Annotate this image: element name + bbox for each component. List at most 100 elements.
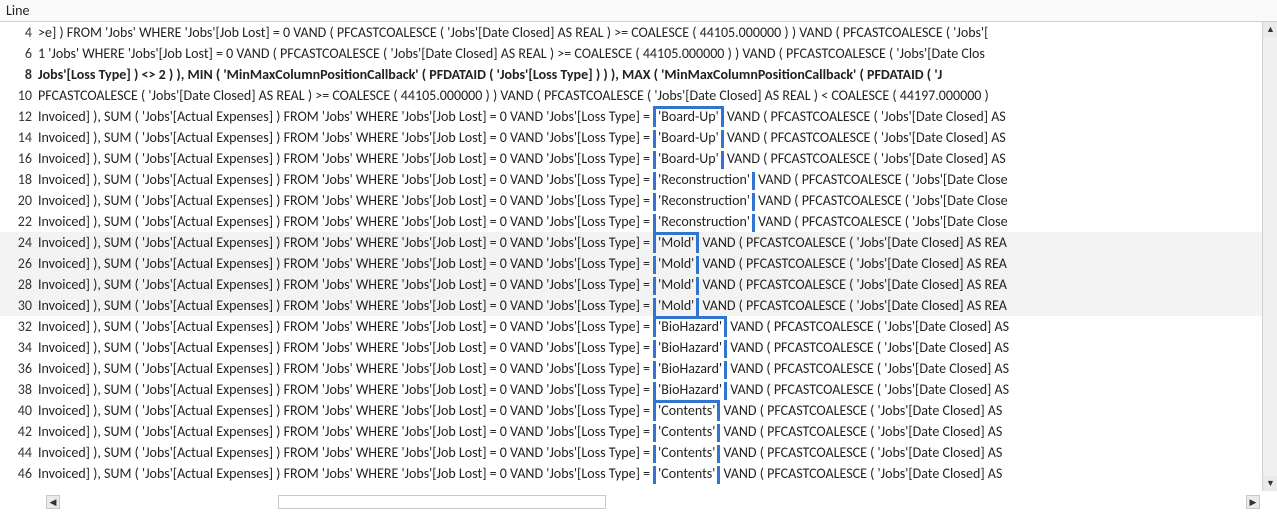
vertical-scrollbar[interactable]: ▲ ▼ xyxy=(1262,22,1277,491)
highlight-box: 'BioHazard' xyxy=(653,382,727,400)
code-row[interactable]: 18Invoiced] ), SUM ( 'Jobs'[Actual Expen… xyxy=(0,169,1262,190)
code-row[interactable]: 22Invoiced] ), SUM ( 'Jobs'[Actual Expen… xyxy=(0,211,1262,232)
code-text: Invoiced] ), SUM ( 'Jobs'[Actual Expense… xyxy=(38,400,1262,421)
code-text: Invoiced] ), SUM ( 'Jobs'[Actual Expense… xyxy=(38,169,1262,190)
line-number: 20 xyxy=(0,190,38,211)
line-number: 6 xyxy=(0,43,38,64)
code-row[interactable]: 10PFCASTCOALESCE ( 'Jobs'[Date Closed] A… xyxy=(0,85,1262,106)
line-number: 34 xyxy=(0,337,38,358)
code-post: VAND ( PFCASTCOALESCE ( 'Jobs'[Date Clos… xyxy=(724,150,1006,167)
code-post: VAND ( PFCASTCOALESCE ( 'Jobs'[Date Clos… xyxy=(699,255,1007,272)
code-text: Invoiced] ), SUM ( 'Jobs'[Actual Expense… xyxy=(38,106,1262,127)
code-pre: PFCASTCOALESCE ( 'Jobs'[Date Closed] AS … xyxy=(38,87,989,104)
code-row[interactable]: 8Jobs'[Loss Type] ) <> 2 ) ), MIN ( 'Min… xyxy=(0,64,1262,85)
code-pre: Invoiced] ), SUM ( 'Jobs'[Actual Expense… xyxy=(38,381,653,398)
code-row[interactable]: 16Invoiced] ), SUM ( 'Jobs'[Actual Expen… xyxy=(0,148,1262,169)
code-text: Invoiced] ), SUM ( 'Jobs'[Actual Expense… xyxy=(38,316,1262,337)
highlight-box: 'Mold' xyxy=(653,232,699,253)
highlight-box: 'Board-Up' xyxy=(653,130,724,148)
scroll-down-button[interactable]: ▼ xyxy=(1263,476,1277,491)
code-pre: 1 'Jobs' WHERE 'Jobs'[Job Lost] = 0 VAND… xyxy=(38,45,985,62)
code-text: Invoiced] ), SUM ( 'Jobs'[Actual Expense… xyxy=(38,211,1262,232)
line-number: 36 xyxy=(0,358,38,379)
code-row[interactable]: 34Invoiced] ), SUM ( 'Jobs'[Actual Expen… xyxy=(0,337,1262,358)
code-post: VAND ( PFCASTCOALESCE ( 'Jobs'[Date Clos… xyxy=(755,213,1008,230)
code-row[interactable]: 40Invoiced] ), SUM ( 'Jobs'[Actual Expen… xyxy=(0,400,1262,421)
code-text: Invoiced] ), SUM ( 'Jobs'[Actual Expense… xyxy=(38,442,1262,463)
scroll-input-slot[interactable] xyxy=(278,495,606,509)
scroll-left-button[interactable]: ◀ xyxy=(46,495,60,509)
code-pre: Invoiced] ), SUM ( 'Jobs'[Actual Expense… xyxy=(38,213,653,230)
code-text: >e] ) FROM 'Jobs' WHERE 'Jobs'[Job Lost]… xyxy=(38,22,1262,43)
scroll-up-button[interactable]: ▲ xyxy=(1263,22,1277,37)
code-post: VAND ( PFCASTCOALESCE ( 'Jobs'[Date Clos… xyxy=(720,465,1002,482)
code-post: VAND ( PFCASTCOALESCE ( 'Jobs'[Date Clos… xyxy=(699,234,1007,251)
horizontal-scrollbar[interactable]: ◀ ▶ xyxy=(0,491,1262,513)
scroll-right-button[interactable]: ▶ xyxy=(1246,495,1260,509)
code-row[interactable]: 32Invoiced] ), SUM ( 'Jobs'[Actual Expen… xyxy=(0,316,1262,337)
code-text: Invoiced] ), SUM ( 'Jobs'[Actual Expense… xyxy=(38,190,1262,211)
line-number: 40 xyxy=(0,400,38,421)
highlight-box: 'Mold' xyxy=(653,256,699,274)
code-pre: Invoiced] ), SUM ( 'Jobs'[Actual Expense… xyxy=(38,255,653,272)
code-post: VAND ( PFCASTCOALESCE ( 'Jobs'[Date Clos… xyxy=(720,402,1002,419)
line-number: 32 xyxy=(0,316,38,337)
line-number: 28 xyxy=(0,274,38,295)
code-text: Invoiced] ), SUM ( 'Jobs'[Actual Expense… xyxy=(38,127,1262,148)
code-pre: Invoiced] ), SUM ( 'Jobs'[Actual Expense… xyxy=(38,297,653,314)
code-pre: Invoiced] ), SUM ( 'Jobs'[Actual Expense… xyxy=(38,192,653,209)
highlight-box: 'BioHazard' xyxy=(653,340,727,358)
code-post: VAND ( PFCASTCOALESCE ( 'Jobs'[Date Clos… xyxy=(727,318,1009,335)
line-number: 30 xyxy=(0,295,38,316)
line-number: 38 xyxy=(0,379,38,400)
code-row[interactable]: 38Invoiced] ), SUM ( 'Jobs'[Actual Expen… xyxy=(0,379,1262,400)
line-number: 16 xyxy=(0,148,38,169)
line-number: 12 xyxy=(0,106,38,127)
code-row[interactable]: 14Invoiced] ), SUM ( 'Jobs'[Actual Expen… xyxy=(0,127,1262,148)
code-row[interactable]: 61 'Jobs' WHERE 'Jobs'[Job Lost] = 0 VAN… xyxy=(0,43,1262,64)
code-row[interactable]: 36Invoiced] ), SUM ( 'Jobs'[Actual Expen… xyxy=(0,358,1262,379)
code-pre: Invoiced] ), SUM ( 'Jobs'[Actual Expense… xyxy=(38,402,653,419)
code-text: Invoiced] ), SUM ( 'Jobs'[Actual Expense… xyxy=(38,358,1262,379)
code-text: Invoiced] ), SUM ( 'Jobs'[Actual Expense… xyxy=(38,463,1262,484)
code-text: Invoiced] ), SUM ( 'Jobs'[Actual Expense… xyxy=(38,253,1262,274)
line-number: 8 xyxy=(0,64,38,85)
code-row[interactable]: 20Invoiced] ), SUM ( 'Jobs'[Actual Expen… xyxy=(0,190,1262,211)
code-row[interactable]: 4>e] ) FROM 'Jobs' WHERE 'Jobs'[Job Lost… xyxy=(0,22,1262,43)
highlight-box: 'Contents' xyxy=(653,466,720,484)
code-post: VAND ( PFCASTCOALESCE ( 'Jobs'[Date Clos… xyxy=(755,192,1008,209)
code-grid[interactable]: 4>e] ) FROM 'Jobs' WHERE 'Jobs'[Job Lost… xyxy=(0,22,1262,491)
line-number: 24 xyxy=(0,232,38,253)
code-text: Jobs'[Loss Type] ) <> 2 ) ), MIN ( 'MinM… xyxy=(38,64,1262,85)
code-text: Invoiced] ), SUM ( 'Jobs'[Actual Expense… xyxy=(38,421,1262,442)
highlight-box: 'Mold' xyxy=(653,298,699,316)
highlight-box: 'Board-Up' xyxy=(653,151,724,169)
highlight-box: 'Reconstruction' xyxy=(653,193,755,211)
code-row[interactable]: 26Invoiced] ), SUM ( 'Jobs'[Actual Expen… xyxy=(0,253,1262,274)
code-pre: Invoiced] ), SUM ( 'Jobs'[Actual Expense… xyxy=(38,276,653,293)
code-pre: Invoiced] ), SUM ( 'Jobs'[Actual Expense… xyxy=(38,318,653,335)
code-pre: Invoiced] ), SUM ( 'Jobs'[Actual Expense… xyxy=(38,444,653,461)
line-number: 44 xyxy=(0,442,38,463)
code-pre: Invoiced] ), SUM ( 'Jobs'[Actual Expense… xyxy=(38,423,653,440)
code-text: 1 'Jobs' WHERE 'Jobs'[Job Lost] = 0 VAND… xyxy=(38,43,1262,64)
code-row[interactable]: 30Invoiced] ), SUM ( 'Jobs'[Actual Expen… xyxy=(0,295,1262,316)
highlight-box: 'Contents' xyxy=(653,400,720,421)
code-text: Invoiced] ), SUM ( 'Jobs'[Actual Expense… xyxy=(38,148,1262,169)
line-number: 10 xyxy=(0,85,38,106)
code-row[interactable]: 24Invoiced] ), SUM ( 'Jobs'[Actual Expen… xyxy=(0,232,1262,253)
code-pre: Invoiced] ), SUM ( 'Jobs'[Actual Expense… xyxy=(38,234,653,251)
column-header-label: Line xyxy=(6,2,29,19)
code-text: Invoiced] ), SUM ( 'Jobs'[Actual Expense… xyxy=(38,295,1262,316)
line-number: 42 xyxy=(0,421,38,442)
code-pre: Jobs'[Loss Type] ) <> 2 ) ), MIN ( 'MinM… xyxy=(38,66,942,83)
code-post: VAND ( PFCASTCOALESCE ( 'Jobs'[Date Clos… xyxy=(720,423,1002,440)
code-row[interactable]: 44Invoiced] ), SUM ( 'Jobs'[Actual Expen… xyxy=(0,442,1262,463)
code-row[interactable]: 42Invoiced] ), SUM ( 'Jobs'[Actual Expen… xyxy=(0,421,1262,442)
code-post: VAND ( PFCASTCOALESCE ( 'Jobs'[Date Clos… xyxy=(755,171,1008,188)
code-text: Invoiced] ), SUM ( 'Jobs'[Actual Expense… xyxy=(38,232,1262,253)
code-row[interactable]: 12Invoiced] ), SUM ( 'Jobs'[Actual Expen… xyxy=(0,106,1262,127)
code-row[interactable]: 28Invoiced] ), SUM ( 'Jobs'[Actual Expen… xyxy=(0,274,1262,295)
code-row[interactable]: 46Invoiced] ), SUM ( 'Jobs'[Actual Expen… xyxy=(0,463,1262,484)
code-pre: Invoiced] ), SUM ( 'Jobs'[Actual Expense… xyxy=(38,465,653,482)
